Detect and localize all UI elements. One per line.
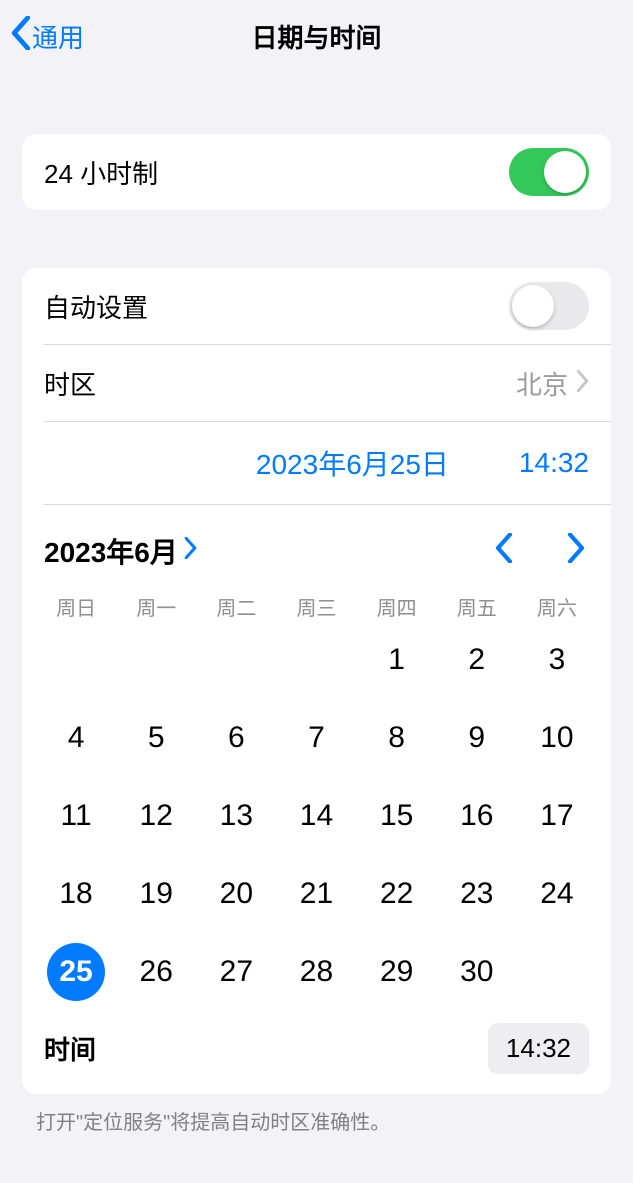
calendar-day[interactable]: 20 [196, 861, 276, 927]
weekday-label: 周四 [357, 592, 437, 621]
chevron-left-icon [10, 16, 32, 57]
calendar-grid: 1234567891011121314151617181920212223242… [22, 621, 611, 1013]
chevron-right-icon [576, 370, 589, 397]
calendar-day[interactable]: 10 [517, 705, 597, 771]
calendar-empty [196, 627, 276, 693]
weekday-label: 周二 [196, 592, 276, 621]
weekday-label: 周五 [437, 592, 517, 621]
calendar-day[interactable]: 12 [116, 783, 196, 849]
label-time: 时间 [44, 1030, 488, 1067]
calendar-day[interactable]: 24 [517, 861, 597, 927]
calendar-empty [116, 627, 196, 693]
chevron-right-icon [184, 537, 197, 564]
calendar-day[interactable]: 28 [276, 939, 356, 1005]
back-button[interactable]: 通用 [10, 16, 84, 57]
group-datetime: 自动设置 时区 北京 2023年6月25日 14:32 2023年6月 [22, 268, 611, 1094]
calendar-day[interactable]: 22 [357, 861, 437, 927]
calendar-day[interactable]: 3 [517, 627, 597, 693]
calendar-day[interactable]: 8 [357, 705, 437, 771]
month-label: 2023年6月 [44, 531, 178, 571]
back-label: 通用 [32, 18, 84, 55]
weekday-row: 周日周一周二周三周四周五周六 [22, 576, 611, 621]
weekday-label: 周三 [276, 592, 356, 621]
prev-month-button[interactable] [491, 529, 517, 572]
calendar-day[interactable]: 17 [517, 783, 597, 849]
label-timezone: 时区 [44, 365, 516, 402]
weekday-label: 周一 [116, 592, 196, 621]
calendar-day[interactable]: 19 [116, 861, 196, 927]
page-title: 日期与时间 [251, 18, 381, 55]
row-auto-set: 自动设置 [22, 268, 611, 344]
calendar-header: 2023年6月 [22, 505, 611, 576]
selected-time[interactable]: 14:32 [519, 447, 589, 479]
calendar-day[interactable]: 6 [196, 705, 276, 771]
month-picker[interactable]: 2023年6月 [44, 531, 197, 571]
row-time: 时间 14:32 [22, 1013, 611, 1094]
calendar-empty [276, 627, 356, 693]
next-month-button[interactable] [563, 529, 589, 572]
calendar-day[interactable]: 5 [116, 705, 196, 771]
calendar-day[interactable]: 18 [36, 861, 116, 927]
calendar-day[interactable]: 14 [276, 783, 356, 849]
row-24hour: 24 小时制 [22, 134, 611, 210]
footnote: 打开"定位服务"将提高自动时区准确性。 [0, 1094, 633, 1135]
row-timezone[interactable]: 时区 北京 [22, 345, 611, 421]
calendar-day[interactable]: 9 [437, 705, 517, 771]
calendar-empty [36, 627, 116, 693]
row-selected-datetime: 2023年6月25日 14:32 [22, 422, 611, 504]
group-24hour: 24 小时制 [22, 134, 611, 210]
calendar-day[interactable]: 4 [36, 705, 116, 771]
value-timezone: 北京 [516, 365, 568, 402]
calendar-day[interactable]: 7 [276, 705, 356, 771]
time-picker[interactable]: 14:32 [488, 1023, 589, 1074]
calendar-day[interactable]: 13 [196, 783, 276, 849]
weekday-label: 周日 [36, 592, 116, 621]
calendar-day[interactable]: 23 [437, 861, 517, 927]
calendar-day[interactable]: 25 [36, 939, 116, 1005]
calendar-day[interactable]: 1 [357, 627, 437, 693]
calendar-day[interactable]: 21 [276, 861, 356, 927]
selected-date[interactable]: 2023年6月25日 [256, 443, 449, 483]
calendar-day[interactable]: 30 [437, 939, 517, 1005]
calendar-day[interactable]: 26 [116, 939, 196, 1005]
weekday-label: 周六 [517, 592, 597, 621]
calendar-day[interactable]: 29 [357, 939, 437, 1005]
switch-24hour[interactable] [509, 148, 589, 196]
calendar-day[interactable]: 15 [357, 783, 437, 849]
switch-auto-set[interactable] [509, 282, 589, 330]
calendar-day[interactable]: 11 [36, 783, 116, 849]
label-auto-set: 自动设置 [44, 288, 509, 325]
calendar-day[interactable]: 16 [437, 783, 517, 849]
label-24hour: 24 小时制 [44, 154, 509, 191]
calendar-day[interactable]: 27 [196, 939, 276, 1005]
calendar-day[interactable]: 2 [437, 627, 517, 693]
